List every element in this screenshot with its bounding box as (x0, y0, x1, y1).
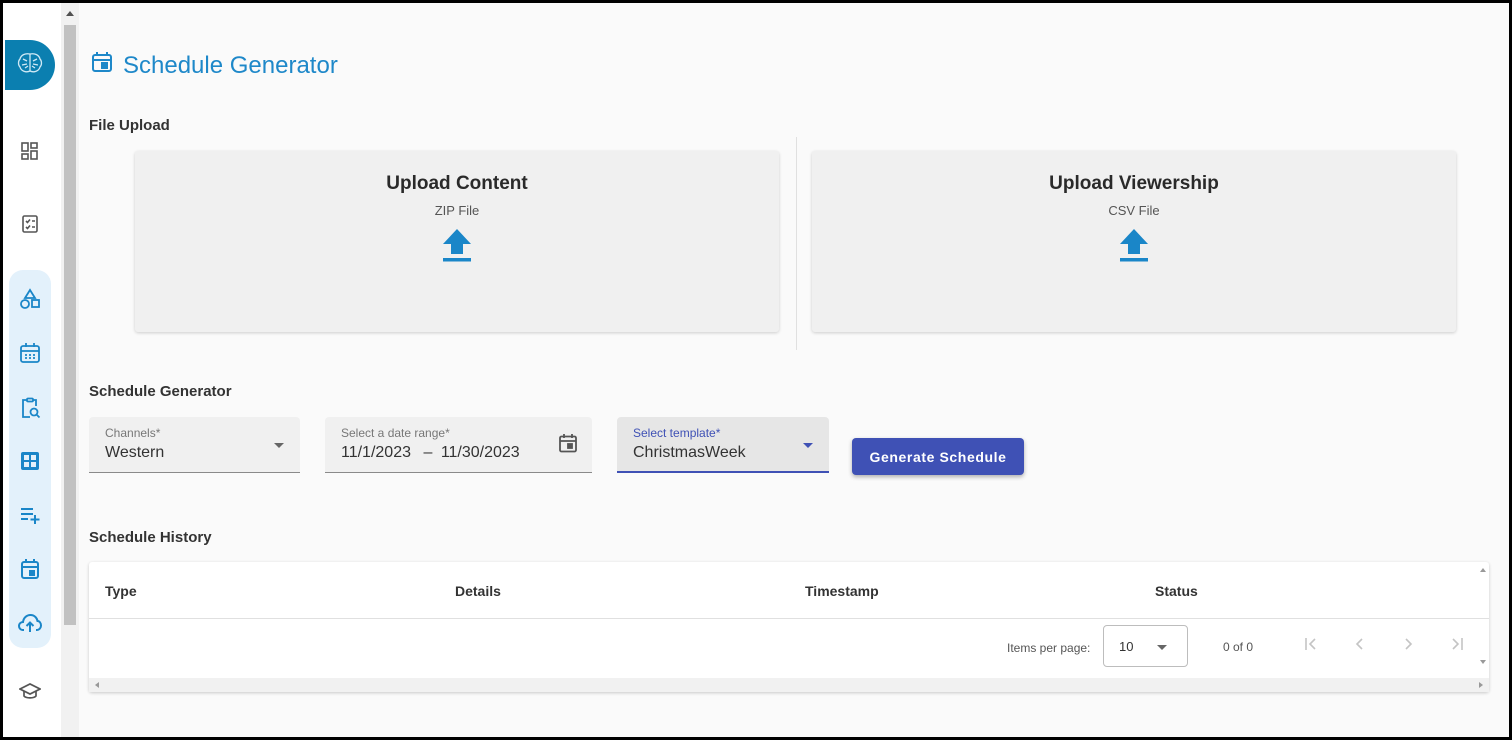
schedule-generator-heading: Schedule Generator (89, 383, 232, 400)
upload-divider (796, 137, 797, 350)
table-divider (89, 618, 1489, 619)
scroll-left-arrow[interactable] (95, 682, 99, 688)
page-range-label: 0 of 0 (1223, 640, 1254, 654)
dashboard-icon[interactable] (18, 139, 42, 163)
upload-icon[interactable] (442, 228, 472, 269)
date-range-separator: – (423, 444, 433, 461)
previous-page-button[interactable] (1350, 636, 1370, 656)
table-scroll-down[interactable] (1480, 660, 1486, 664)
schedule-history-heading: Schedule History (89, 529, 212, 546)
items-per-page-label: Items per page: (1007, 641, 1091, 655)
channels-select[interactable]: Channels* Western (89, 417, 300, 473)
column-header-type[interactable]: Type (105, 583, 137, 599)
cloud-upload-icon[interactable] (18, 611, 42, 635)
page-title-text: Schedule Generator (123, 51, 338, 79)
column-header-status[interactable]: Status (1155, 583, 1198, 599)
page-size-value: 10 (1119, 639, 1134, 654)
channels-value: Western (105, 444, 165, 461)
upload-viewership-subtitle: CSV File (1108, 203, 1160, 218)
upload-content-subtitle: ZIP File (434, 203, 480, 218)
event-icon[interactable] (18, 557, 42, 581)
brain-icon (17, 52, 43, 79)
shapes-icon[interactable] (18, 287, 42, 311)
table-scroll-up[interactable] (1480, 568, 1486, 572)
chevron-down-icon (803, 443, 813, 448)
event-icon (91, 51, 113, 80)
page-size-select[interactable]: 10 (1103, 625, 1188, 667)
column-header-timestamp[interactable]: Timestamp (805, 583, 879, 599)
first-page-button[interactable] (1302, 636, 1322, 656)
date-range-end[interactable]: 11/30/2023 (441, 444, 520, 461)
calendar-icon[interactable] (558, 433, 578, 458)
playlist-add-icon[interactable] (18, 503, 42, 527)
date-range-value: 11/1/2023 – 11/30/2023 (341, 444, 520, 462)
page-title: Schedule Generator (91, 51, 338, 80)
last-page-button[interactable] (1446, 636, 1466, 656)
date-range-field[interactable]: Select a date range* 11/1/2023 – 11/30/2… (325, 417, 592, 473)
upload-icon[interactable] (1119, 228, 1149, 269)
grid-view-icon[interactable] (18, 449, 42, 473)
template-select[interactable]: Select template* ChristmasWeek (617, 417, 829, 473)
upload-content-title: Upload Content (386, 173, 528, 194)
date-range-start[interactable]: 11/1/2023 (341, 444, 411, 461)
school-icon[interactable] (18, 680, 42, 704)
generate-schedule-button[interactable]: Generate Schedule (852, 438, 1024, 475)
nav-rail (3, 3, 61, 737)
scroll-up-arrow[interactable] (66, 11, 74, 16)
main-content: Schedule Generator File Upload Upload Co… (79, 3, 1509, 737)
scroll-thumb[interactable] (64, 25, 76, 625)
chevron-right-icon (1402, 637, 1414, 656)
schedule-history-table: Type Details Timestamp Status Items per … (89, 562, 1489, 692)
channels-label: Channels* (105, 426, 161, 440)
app-logo[interactable] (5, 40, 55, 90)
first-page-icon (1304, 637, 1320, 656)
chevron-left-icon (1354, 637, 1366, 656)
file-upload-heading: File Upload (89, 117, 170, 134)
upload-content-card[interactable]: Upload Content ZIP File (135, 151, 779, 332)
template-label: Select template* (633, 426, 721, 440)
chevron-down-icon (1157, 645, 1167, 650)
table-horizontal-scrollbar[interactable] (89, 678, 1489, 692)
next-page-button[interactable] (1398, 636, 1418, 656)
calendar-grid-icon[interactable] (18, 341, 42, 365)
last-page-icon (1448, 637, 1464, 656)
page-scrollbar[interactable] (61, 3, 79, 737)
date-range-label: Select a date range* (341, 426, 450, 440)
upload-viewership-card[interactable]: Upload Viewership CSV File (812, 151, 1456, 332)
chevron-down-icon (274, 443, 284, 448)
checklist-icon[interactable] (18, 212, 42, 236)
scroll-right-arrow[interactable] (1479, 682, 1483, 688)
template-value: ChristmasWeek (633, 444, 746, 461)
clipboard-search-icon[interactable] (18, 396, 42, 420)
column-header-details[interactable]: Details (455, 583, 501, 599)
upload-viewership-title: Upload Viewership (1049, 173, 1219, 194)
